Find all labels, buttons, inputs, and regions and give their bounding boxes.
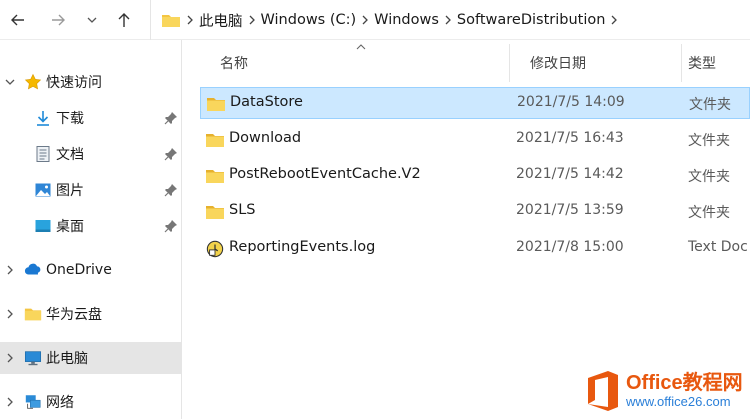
document-icon [34,145,52,163]
file-modified: 2021/7/8 15:00 [516,239,624,255]
nav-label: 桌面 [56,219,84,235]
nav-network[interactable]: 网络 [0,386,181,418]
file-name: PostRebootEventCache.V2 [229,166,421,182]
file-type: 文件夹 [688,205,730,221]
nav-label: OneDrive [46,262,112,278]
nav-label: 华为云盘 [46,307,102,323]
breadcrumb-this-pc[interactable]: 此电脑 [199,10,243,31]
column-header: 名称 修改日期 类型 [200,44,750,82]
chevron-down-icon[interactable] [4,76,16,88]
breadcrumb-windows[interactable]: Windows [374,12,439,28]
file-name: SLS [229,202,256,218]
chevron-right-icon[interactable] [4,308,16,320]
chevron-right-icon[interactable] [4,352,16,364]
breadcrumb-separator-icon[interactable] [356,15,374,25]
file-row-download[interactable]: Download 2021/7/5 16:43 文件夹 [200,124,750,156]
breadcrumb-separator-icon[interactable] [605,15,623,25]
folder-icon [24,305,42,323]
nav-label: 下载 [56,111,84,127]
watermark-title: Office教程网 [626,372,743,394]
file-type: 文件夹 [689,97,731,113]
navigation-toolbar: 此电脑 Windows (C:) Windows SoftwareDistrib… [0,0,750,40]
chevron-right-icon[interactable] [4,264,16,276]
desktop-icon [34,217,52,235]
forward-button[interactable] [44,6,72,34]
nav-documents[interactable]: 文档 [0,138,181,170]
back-button[interactable] [4,6,32,34]
file-name: Download [229,130,302,146]
up-arrow-icon [118,13,130,27]
nav-label: 快速访问 [46,75,102,91]
chevron-down-icon [87,17,97,23]
office-watermark: Office教程网 www.office26.com [584,366,750,416]
file-modified: 2021/7/5 14:42 [516,166,624,182]
breadcrumb-separator-icon[interactable] [439,15,457,25]
file-type: Text Doc [688,239,748,255]
forward-arrow-icon [52,14,65,26]
star-icon [24,73,42,91]
nav-onedrive[interactable]: OneDrive [0,254,181,286]
file-modified: 2021/7/5 16:43 [516,130,624,146]
file-row-reportingevents[interactable]: ReportingEvents.log 2021/7/8 15:00 Text … [200,233,750,265]
file-name: DataStore [230,94,303,110]
cloud-icon [24,261,42,279]
pin-icon[interactable] [164,219,178,233]
pin-icon[interactable] [164,111,178,125]
nav-this-pc[interactable]: 此电脑 [0,342,181,374]
nav-huawei-cloud[interactable]: 华为云盘 [0,298,181,330]
nav-downloads[interactable]: 下载 [0,102,181,134]
file-row-sls[interactable]: SLS 2021/7/5 13:59 文件夹 [200,196,750,228]
pin-icon[interactable] [164,183,178,197]
network-icon [24,393,42,411]
file-type: 文件夹 [688,133,730,149]
file-modified: 2021/7/5 14:09 [517,94,625,110]
column-name[interactable]: 名称 [200,44,510,82]
nav-label: 网络 [46,395,74,411]
nav-quick-access[interactable]: 快速访问 [0,66,181,98]
navigation-pane: 快速访问 下载 文档 图片 桌面 OneDrive 华为云盘 此电脑 网络 [0,40,182,419]
up-button[interactable] [110,6,138,34]
breadcrumb-separator-icon[interactable] [181,15,199,25]
picture-icon [34,181,52,199]
file-row-postrebooteventcache[interactable]: PostRebootEventCache.V2 2021/7/5 14:42 文… [200,160,750,192]
recent-locations-button[interactable] [78,6,106,34]
file-type: 文件夹 [688,169,730,185]
watermark-url: www.office26.com [626,394,731,409]
log-file-icon [206,240,224,258]
column-type[interactable]: 类型 [682,44,750,82]
nav-label: 文档 [56,147,84,163]
file-name: ReportingEvents.log [229,239,376,255]
file-modified: 2021/7/5 13:59 [516,202,624,218]
folder-icon [162,15,180,27]
chevron-right-icon[interactable] [4,396,16,408]
nav-desktop[interactable]: 桌面 [0,210,181,242]
file-row-datastore[interactable]: DataStore 2021/7/5 14:09 文件夹 [200,87,750,119]
back-arrow-icon [11,14,24,26]
folder-icon [206,206,224,219]
folder-icon [206,134,224,147]
office-logo-icon [588,371,618,411]
nav-pictures[interactable]: 图片 [0,174,181,206]
address-bar[interactable]: 此电脑 Windows (C:) Windows SoftwareDistrib… [150,0,750,40]
pin-icon[interactable] [164,147,178,161]
breadcrumb-drive-c[interactable]: Windows (C:) [261,12,357,28]
download-icon [34,109,52,127]
folder-icon [206,170,224,183]
breadcrumb-softwaredistribution[interactable]: SoftwareDistribution [457,12,606,28]
nav-label: 图片 [56,183,84,199]
nav-label: 此电脑 [46,351,88,367]
column-modified[interactable]: 修改日期 [510,44,682,82]
computer-icon [24,349,42,367]
breadcrumb-separator-icon[interactable] [243,15,261,25]
folder-icon [207,98,225,111]
